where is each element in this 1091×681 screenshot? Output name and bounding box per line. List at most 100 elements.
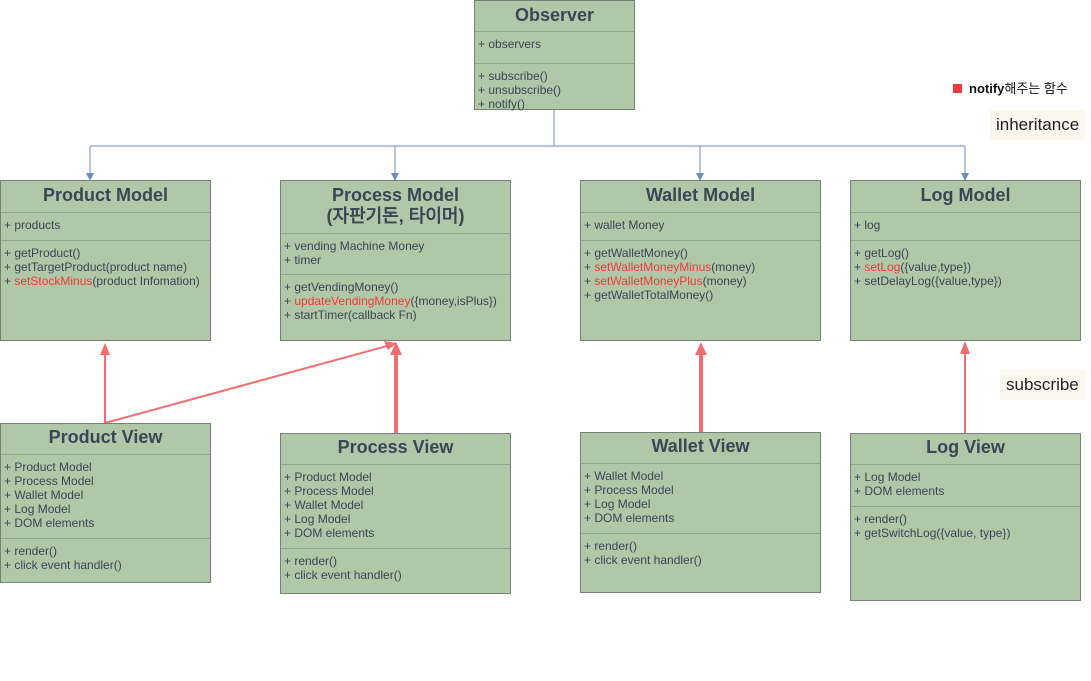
wallet-model-title: Wallet Model <box>645 185 756 205</box>
process-model-method: + startTimer(callback Fn) <box>284 308 417 322</box>
process-view-attr: + Wallet Model <box>284 498 364 512</box>
process-model-class[interactable]: Process Model (자판기돈, 타이머) + vending Mach… <box>280 180 511 341</box>
process-view-attr: + Product Model <box>284 470 372 484</box>
legend-text: 해주는 함수 <box>1004 81 1068 96</box>
observer-class[interactable]: Observer + observers + subscribe() + uns… <box>474 0 635 111</box>
inheritance-label: inheritance <box>990 110 1086 140</box>
wallet-view-method: + click event handler() <box>584 553 702 567</box>
process-view-methods: + render() + click event handler() <box>281 548 510 582</box>
notify-method-highlight: setLog <box>864 260 901 274</box>
log-model-title: Log Model <box>920 185 1011 205</box>
process-model-title-line2: (자판기돈, 타이머) <box>326 206 465 226</box>
log-view-attr: + Log Model <box>854 470 921 484</box>
subscribe-label: subscribe <box>1000 370 1085 400</box>
product-model-method: + getTargetProduct(product name) <box>4 260 188 274</box>
process-view-attr: + Log Model <box>284 512 351 526</box>
wallet-model-attr: + wallet Money <box>584 218 665 232</box>
log-view-class[interactable]: Log View + Log Model + DOM elements + re… <box>850 433 1081 601</box>
process-model-method: + getVendingMoney() <box>284 280 399 294</box>
legend-notify-functions: notify해주는 함수 <box>953 78 1068 97</box>
wallet-model-method: + setWalletMoneyMinus(money) <box>584 260 756 274</box>
log-view-method: + render() <box>854 512 908 526</box>
log-view-method: + getSwitchLog({value, type}) <box>854 526 1011 540</box>
process-model-attr: + vending Machine Money <box>284 239 425 253</box>
process-model-title: Process Model (자판기돈, 타이머) <box>281 181 510 233</box>
product-model-methods: + getProduct() + getTargetProduct(produc… <box>1 240 210 288</box>
process-view-class[interactable]: Process View + Product Model + Process M… <box>280 433 511 594</box>
wallet-view-methods: + render() + click event handler() <box>581 533 820 567</box>
wallet-model-methods: + getWalletMoney() + setWalletMoneyMinus… <box>581 240 820 302</box>
product-model-attr: + products <box>4 218 61 232</box>
process-view-method: + click event handler() <box>284 568 402 582</box>
log-model-method: + setLog({value,type}) <box>854 260 972 274</box>
log-view-methods: + render() + getSwitchLog({value, type}) <box>851 506 1080 540</box>
observer-method: + subscribe() <box>478 69 548 83</box>
process-view-attributes: + Product Model + Process Model + Wallet… <box>281 464 510 548</box>
observer-title: Observer <box>514 5 595 25</box>
wallet-model-method: + getWalletTotalMoney() <box>584 288 714 302</box>
product-view-attr: + Wallet Model <box>4 488 84 502</box>
product-view-class[interactable]: Product View + Product Model + Process M… <box>0 423 211 583</box>
wallet-view-attributes: + Wallet Model + Process Model + Log Mod… <box>581 463 820 533</box>
subscribe-arrowhead-wallet-model <box>695 342 707 355</box>
wallet-model-class[interactable]: Wallet Model + wallet Money + getWalletM… <box>580 180 821 341</box>
process-model-attr: + timer <box>284 253 322 267</box>
subscribe-arrowheads <box>100 341 970 355</box>
wallet-view-title: Wallet View <box>651 436 750 456</box>
process-model-method: + updateVendingMoney({money,isPlus}) <box>284 294 497 308</box>
wallet-model-method: + getWalletMoney() <box>584 246 688 260</box>
log-view-attributes: + Log Model + DOM elements <box>851 464 1080 506</box>
subscribe-arrowhead-product-model <box>100 343 110 355</box>
inheritance-lines <box>89 110 966 176</box>
log-model-method: + getLog() <box>854 246 910 260</box>
process-model-title-line1: Process Model <box>331 185 460 205</box>
notify-method-highlight: updateVendingMoney <box>294 294 411 308</box>
observer-attributes: + observers <box>475 31 634 63</box>
log-model-method: + setDelayLog({value,type}) <box>854 274 1002 288</box>
product-view-title: Product View <box>48 427 163 447</box>
product-model-title: Product Model <box>43 185 168 205</box>
process-view-title: Process View <box>337 437 454 457</box>
wallet-model-attributes: + wallet Money <box>581 212 820 240</box>
process-view-attr: + Process Model <box>284 484 374 498</box>
red-square-icon <box>953 84 962 93</box>
log-model-attr: + log <box>854 218 881 232</box>
wallet-view-attr: + Process Model <box>584 483 674 497</box>
process-view-method: + render() <box>284 554 338 568</box>
log-view-title: Log View <box>926 437 1005 457</box>
log-view-attr: + DOM elements <box>854 484 945 498</box>
observer-method: + notify() <box>478 97 526 111</box>
notify-method-highlight: setWalletMoneyPlus <box>594 274 703 288</box>
observer-method: + unsubscribe() <box>478 83 562 97</box>
product-model-attributes: + products <box>1 212 210 240</box>
wallet-model-method: + setWalletMoneyPlus(money) <box>584 274 747 288</box>
log-model-methods: + getLog() + setLog({value,type}) + setD… <box>851 240 1080 288</box>
product-view-methods: + render() + click event handler() <box>1 538 210 572</box>
notify-method-highlight: setStockMinus <box>14 274 93 288</box>
inheritance-arrowheads <box>86 173 969 181</box>
wallet-view-attr: + DOM elements <box>584 511 675 525</box>
legend-bold-text: notify <box>969 81 1005 96</box>
product-view-method: + click event handler() <box>4 558 122 572</box>
product-view-method: + render() <box>4 544 58 558</box>
product-view-attr: + Product Model <box>4 460 92 474</box>
observer-attr: + observers <box>478 37 542 51</box>
process-model-attributes: + vending Machine Money + timer <box>281 233 510 274</box>
product-model-class[interactable]: Product Model + products + getProduct() … <box>0 180 211 341</box>
product-model-method: + setStockMinus(product Infomation) <box>4 274 200 288</box>
log-model-class[interactable]: Log Model + log + getLog() + setLog({val… <box>850 180 1081 341</box>
product-view-attributes: + Product Model + Process Model + Wallet… <box>1 454 210 538</box>
wallet-view-method: + render() <box>584 539 638 553</box>
observer-methods: + subscribe() + unsubscribe() + notify() <box>475 63 634 111</box>
wallet-view-class[interactable]: Wallet View + Wallet Model + Process Mod… <box>580 432 821 593</box>
subscribe-lines <box>104 345 966 433</box>
notify-method-highlight: setWalletMoneyMinus <box>594 260 712 274</box>
product-view-attr: + DOM elements <box>4 516 95 530</box>
product-view-attr: + Log Model <box>4 502 71 516</box>
process-view-attr: + DOM elements <box>284 526 375 540</box>
product-model-method: + getProduct() <box>4 246 81 260</box>
wallet-view-attr: + Log Model <box>584 497 651 511</box>
product-view-attr: + Process Model <box>4 474 94 488</box>
subscribe-line-product-view-process-model <box>104 345 388 424</box>
log-model-attributes: + log <box>851 212 1080 240</box>
